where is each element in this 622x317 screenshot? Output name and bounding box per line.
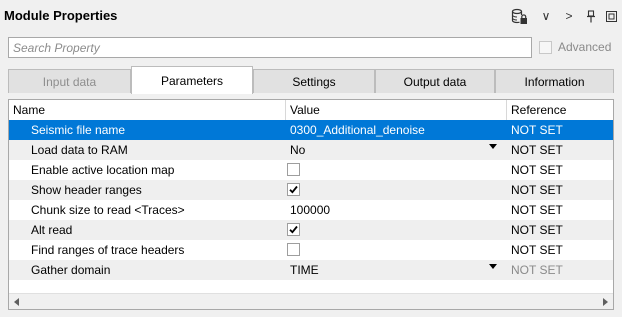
scroll-right-icon[interactable]	[597, 294, 613, 309]
property-row-seismic-file-name[interactable]: Seismic file name 0300_Additional_denois…	[9, 120, 613, 140]
database-lock-icon[interactable]	[510, 7, 528, 25]
column-header-reference[interactable]: Reference	[507, 100, 613, 120]
property-checkbox[interactable]	[287, 163, 300, 176]
property-row-load-data-to-ram[interactable]: Load data to RAM No NOT SET	[9, 140, 613, 160]
property-reference: NOT SET	[511, 183, 563, 197]
property-checkbox[interactable]	[287, 183, 300, 196]
property-name: Gather domain	[31, 263, 111, 277]
checkmark-icon	[289, 225, 298, 234]
property-row-alt-read[interactable]: Alt read NOT SET	[9, 220, 613, 240]
property-reference: NOT SET	[511, 243, 563, 257]
property-reference: NOT SET	[511, 143, 563, 157]
property-name: Find ranges of trace headers	[31, 243, 185, 257]
tab-output-data[interactable]: Output data	[375, 69, 495, 93]
chevron-right-icon[interactable]: >	[563, 7, 575, 25]
property-row-gather-domain[interactable]: Gather domain TIME NOT SET	[9, 260, 613, 280]
property-checkbox[interactable]	[287, 243, 300, 256]
property-name: Enable active location map	[31, 163, 175, 177]
property-row-enable-active-location-map[interactable]: Enable active location map NOT SET	[9, 160, 613, 180]
pin-icon[interactable]	[585, 7, 597, 25]
window-title: Module Properties	[4, 8, 118, 23]
checkmark-icon	[289, 185, 298, 194]
property-name: Seismic file name	[31, 123, 126, 137]
property-row-show-header-ranges[interactable]: Show header ranges NOT SET	[9, 180, 613, 200]
property-value-dropdown[interactable]: TIME	[290, 260, 507, 280]
tab-settings[interactable]: Settings	[253, 69, 375, 93]
property-value-text[interactable]: 0300_Additional_denoise	[290, 120, 507, 140]
tab-information[interactable]: Information	[495, 69, 614, 93]
property-reference: NOT SET	[511, 203, 563, 217]
property-name: Alt read	[31, 223, 73, 237]
scroll-left-icon[interactable]	[9, 294, 25, 309]
property-row-chunk-size[interactable]: Chunk size to read <Traces> 100000 NOT S…	[9, 200, 613, 220]
property-name: Load data to RAM	[31, 143, 128, 157]
dropdown-arrow-icon[interactable]	[489, 264, 497, 269]
property-reference: NOT SET	[511, 123, 563, 137]
property-value-dropdown[interactable]: No	[290, 140, 507, 160]
property-reference: NOT SET	[511, 223, 563, 237]
horizontal-scrollbar[interactable]	[9, 293, 613, 309]
column-header-value[interactable]: Value	[286, 100, 507, 120]
dropdown-arrow-icon[interactable]	[489, 144, 497, 149]
property-grid: Name Value Reference Seismic file name 0…	[8, 99, 614, 310]
restore-icon[interactable]	[605, 7, 617, 25]
advanced-label: Advanced	[558, 40, 612, 54]
property-value-text[interactable]: 100000	[290, 200, 507, 220]
property-reference: NOT SET	[511, 263, 563, 277]
property-checkbox[interactable]	[287, 223, 300, 236]
tab-input-data[interactable]: Input data	[8, 69, 131, 93]
title-bar: Module Properties ∨ >	[0, 0, 622, 32]
advanced-checkbox[interactable]	[539, 40, 552, 54]
column-header-name[interactable]: Name	[9, 100, 286, 120]
property-reference: NOT SET	[511, 163, 563, 177]
chevron-down-icon[interactable]: ∨	[540, 7, 552, 25]
property-name: Show header ranges	[31, 183, 142, 197]
property-name: Chunk size to read <Traces>	[31, 203, 185, 217]
search-input[interactable]	[8, 37, 532, 58]
tab-bar: Input data Parameters Settings Output da…	[8, 66, 614, 94]
property-row-find-ranges-of-trace-headers[interactable]: Find ranges of trace headers NOT SET	[9, 240, 613, 260]
grid-header: Name Value Reference	[9, 100, 613, 121]
tab-parameters[interactable]: Parameters	[131, 66, 253, 94]
advanced-toggle[interactable]: Advanced	[539, 40, 611, 54]
